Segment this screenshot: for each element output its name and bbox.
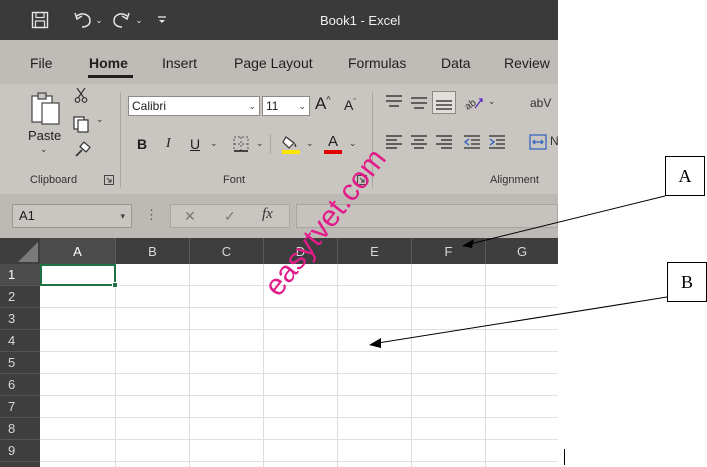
callout-a-label: A: [665, 156, 705, 196]
text-cursor: [564, 449, 565, 465]
callout-b-arrowhead: [369, 338, 381, 348]
callout-a-arrowhead: [462, 239, 474, 248]
callout-arrows: [369, 195, 668, 348]
callout-b-label: B: [667, 262, 707, 302]
callout-b-leader-line: [377, 296, 668, 344]
callout-a-leader-line: [469, 195, 666, 245]
